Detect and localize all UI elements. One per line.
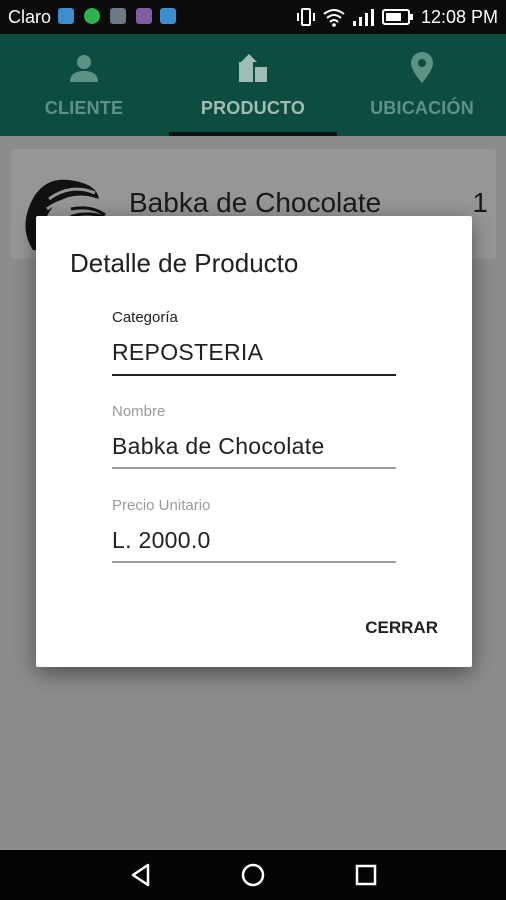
name-underline <box>112 467 396 469</box>
close-button[interactable]: CERRAR <box>365 618 438 638</box>
location-pin-icon <box>411 52 433 83</box>
tab-label: CLIENTE <box>44 98 124 118</box>
voicemail-notification-icon <box>160 8 176 24</box>
dialog-title: Detalle de Producto <box>70 248 299 278</box>
product-detail-dialog: Detalle de Producto Categoría REPOSTERIA… <box>36 216 472 667</box>
product-name: Babka de Chocolate <box>129 187 382 218</box>
tab-producto[interactable]: PRODUCTO <box>169 34 337 136</box>
tab-label: PRODUCTO <box>200 98 306 118</box>
whatsapp-notification-icon <box>84 8 100 24</box>
tab-ubicacion[interactable]: UBICACIÓN <box>338 34 506 136</box>
wifi-icon <box>323 9 345 27</box>
unit-price-field[interactable]: Precio Unitario L. 2000.0 <box>112 497 396 565</box>
status-bar: Claro 12:08 PM <box>0 0 506 34</box>
tab-cliente[interactable]: CLIENTE <box>0 34 168 136</box>
app-notification-icon <box>136 8 152 24</box>
category-underline <box>112 374 396 376</box>
tab-label: UBICACIÓN <box>370 98 474 118</box>
home-icon[interactable] <box>240 862 266 888</box>
product-icon <box>239 54 267 82</box>
unit-price-value[interactable]: L. 2000.0 <box>112 527 396 554</box>
map-notification-icon <box>58 8 74 24</box>
unit-price-underline <box>112 561 396 563</box>
vibrate-icon <box>297 8 315 26</box>
product-quantity: 1 <box>472 187 488 218</box>
person-icon <box>70 55 98 82</box>
name-value[interactable]: Babka de Chocolate <box>112 433 396 460</box>
category-value[interactable]: REPOSTERIA <box>112 339 396 366</box>
tab-bar: CLIENTE PRODUCTO UBICACIÓN <box>0 34 506 136</box>
category-field[interactable]: Categoría REPOSTERIA <box>112 309 396 377</box>
navigation-bar <box>0 850 506 900</box>
carrier-name: Claro <box>8 7 52 27</box>
back-icon[interactable] <box>128 862 154 888</box>
signal-icon <box>353 9 374 26</box>
category-label: Categoría <box>112 309 178 326</box>
name-label: Nombre <box>112 403 166 420</box>
unit-price-label: Precio Unitario <box>112 497 211 514</box>
recent-apps-icon[interactable] <box>353 862 379 888</box>
name-field[interactable]: Nombre Babka de Chocolate <box>112 403 396 471</box>
image-notification-icon <box>110 8 126 24</box>
clock: 12:08 PM <box>420 7 498 27</box>
battery-icon <box>382 9 413 25</box>
